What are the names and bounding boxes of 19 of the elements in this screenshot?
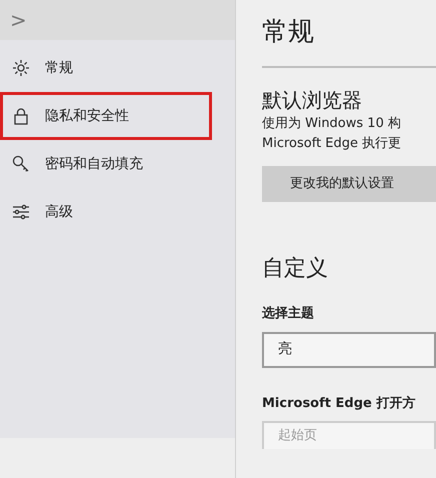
sidebar-label: 隐私和安全性	[45, 106, 129, 126]
description-text: Microsoft Edge 执行更	[262, 135, 402, 153]
sidebar-label: 高级	[45, 202, 73, 222]
key-icon	[11, 154, 31, 174]
sidebar-label: 密码和自动填充	[45, 154, 143, 174]
sidebar-item[interactable]: 隐私和安全性	[0, 92, 212, 140]
field-label: Microsoft Edge 打开方	[262, 394, 416, 412]
theme-dropdown[interactable]: 亮	[262, 332, 436, 368]
sidebar-item[interactable]: 高级	[0, 188, 212, 236]
sidebar-label: 常规	[45, 58, 73, 78]
section-heading: 默认浏览器	[262, 87, 363, 114]
sliders-icon	[11, 202, 31, 222]
section-heading: 自定义	[262, 255, 329, 283]
sidebar-item[interactable]: 常规	[0, 44, 212, 92]
page-title: 常规	[262, 16, 315, 49]
field-label: 选择主题	[262, 304, 315, 323]
change-default-button[interactable]: 更改我的默认设置	[262, 166, 436, 202]
description-text: 使用为 Windows 10 构	[262, 115, 402, 133]
sidebar-item[interactable]: 密码和自动填充	[0, 140, 212, 188]
